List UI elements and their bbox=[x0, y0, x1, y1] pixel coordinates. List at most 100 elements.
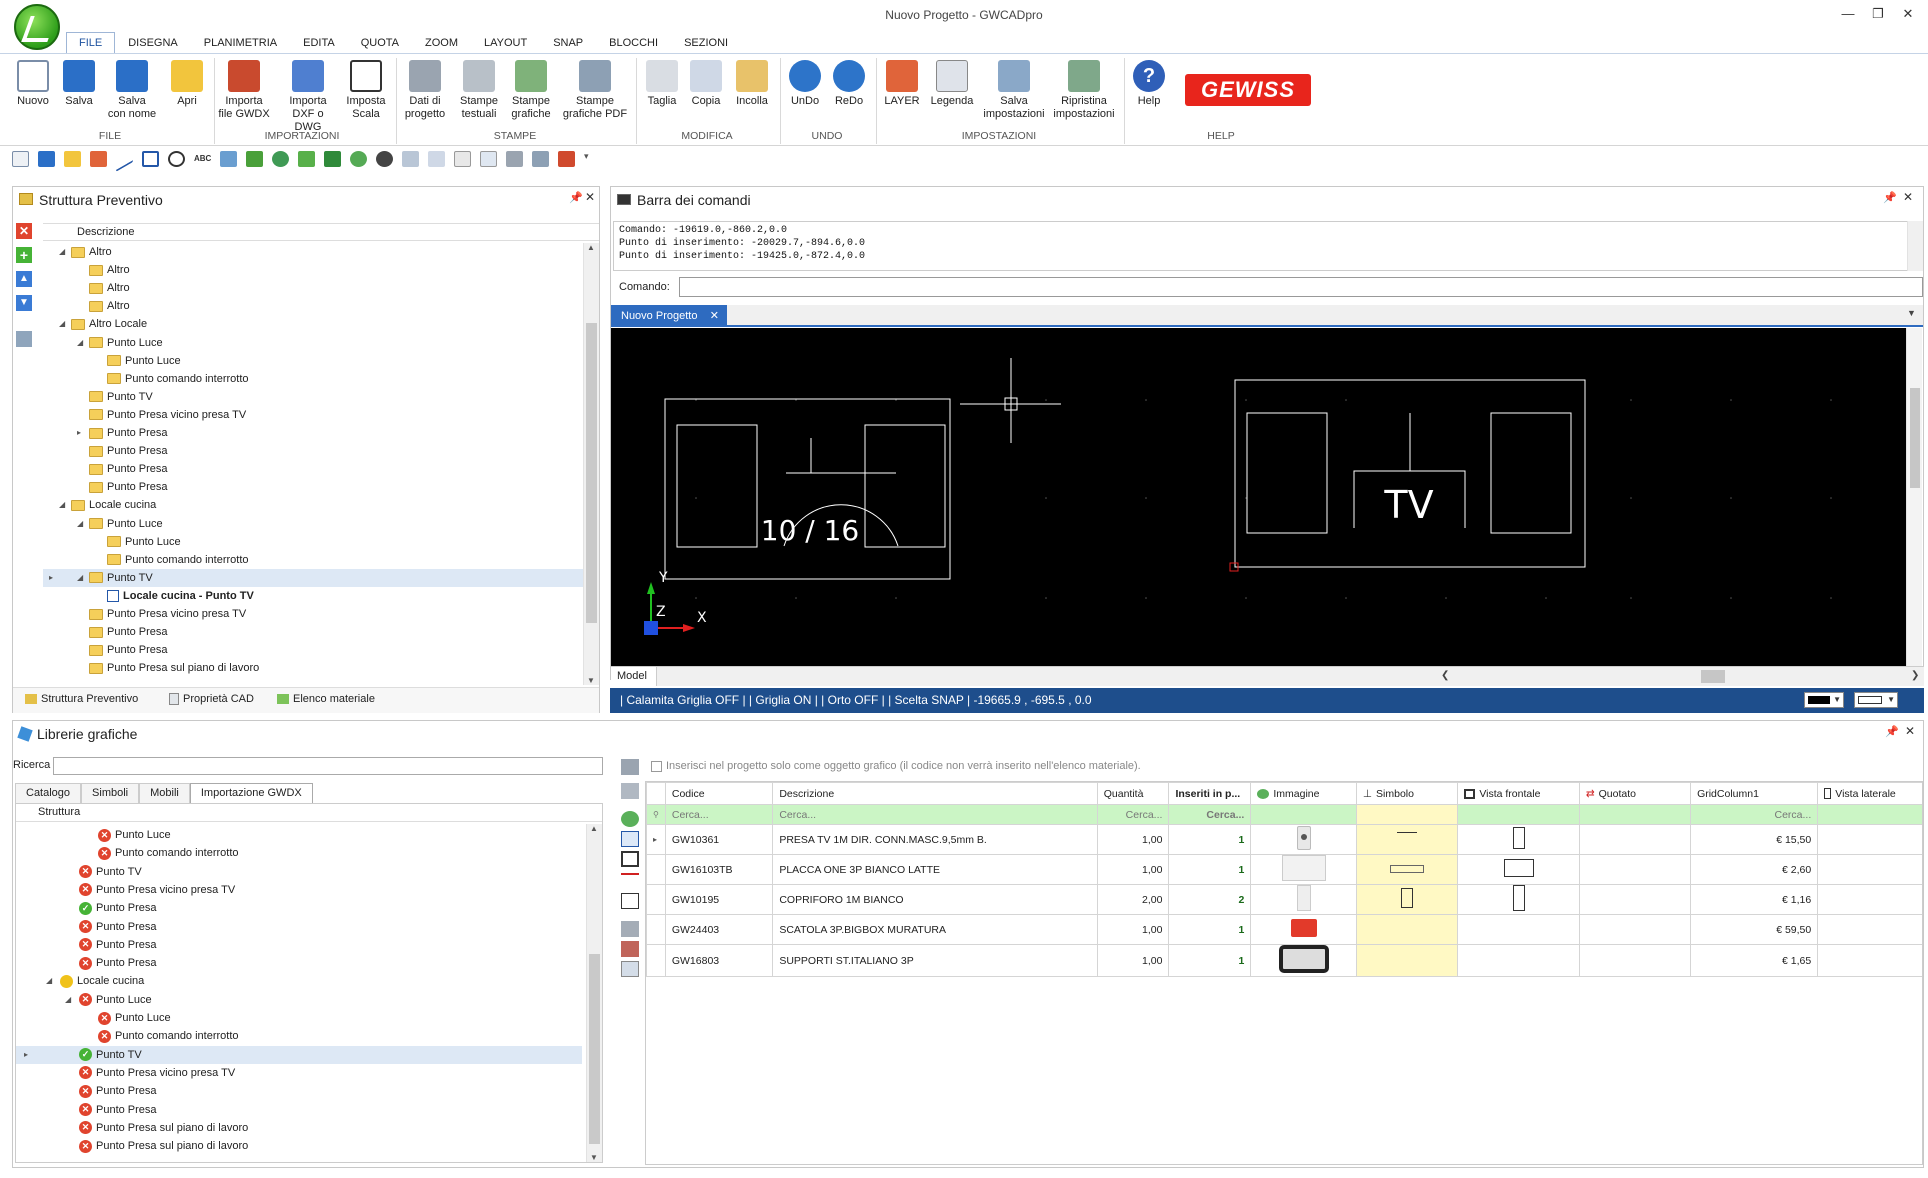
line-icon[interactable] bbox=[116, 146, 133, 172]
image-view-icon[interactable] bbox=[621, 811, 639, 827]
pin-icon[interactable]: 📌 bbox=[1883, 191, 1897, 204]
drawing-canvas[interactable]: 10 / 16 TV Y Z X bbox=[611, 328, 1906, 666]
tab-catalogo[interactable]: Catalogo bbox=[15, 783, 82, 803]
scroll-left-icon[interactable]: ❮ bbox=[1441, 670, 1449, 681]
circle-icon[interactable] bbox=[168, 151, 185, 167]
copy-icon[interactable] bbox=[428, 151, 445, 167]
col-gridcolumn1[interactable]: GridColumn1 bbox=[1690, 782, 1819, 805]
tree-row[interactable]: Punto Presa vicino presa TV bbox=[43, 406, 583, 424]
tree-row[interactable]: ✕ Punto Presa vicino presa TV bbox=[16, 1064, 582, 1082]
tree-row[interactable]: Punto Presa sul piano di lavoro bbox=[43, 659, 583, 677]
arrow-down-icon[interactable]: ▼ bbox=[16, 295, 32, 311]
descrizione-header[interactable]: Descrizione bbox=[77, 226, 134, 238]
salva-impostazioni-button[interactable]: Salva impostazioni bbox=[980, 60, 1048, 121]
close-icon[interactable]: ✕ bbox=[1903, 190, 1913, 204]
importa-dxf-button[interactable]: Importa DXF o DWG bbox=[278, 60, 338, 134]
col-simbolo[interactable]: ⊥ Simbolo bbox=[1355, 782, 1459, 805]
col-vista-laterale[interactable]: Vista laterale bbox=[1817, 782, 1922, 805]
tree-row[interactable]: Punto Luce bbox=[43, 352, 583, 370]
expander-icon[interactable]: ◢ bbox=[77, 334, 87, 352]
expander-icon[interactable]: ◢ bbox=[59, 315, 69, 333]
tree-row[interactable]: ✕ Punto Presa sul piano di lavoro bbox=[16, 1119, 582, 1137]
insert-icon[interactable] bbox=[272, 151, 289, 167]
library-scrollbar[interactable]: ▲ ▼ bbox=[586, 824, 602, 1162]
taglia-button[interactable]: Taglia bbox=[642, 60, 682, 108]
tree-row[interactable]: ✕ Punto Presa bbox=[16, 954, 582, 972]
tree-row[interactable]: ▸ Punto Presa bbox=[43, 424, 583, 442]
tab-proprieta-cad[interactable]: Proprietà CAD bbox=[169, 693, 254, 705]
rectangle-icon[interactable] bbox=[142, 151, 159, 167]
drawing-hscroll-thumb[interactable] bbox=[1701, 670, 1725, 683]
print-icon[interactable] bbox=[621, 783, 639, 799]
expander-icon[interactable]: ▸ bbox=[77, 424, 87, 442]
front-view-icon[interactable] bbox=[621, 851, 639, 867]
layer-icon[interactable] bbox=[90, 151, 107, 167]
tree-row[interactable]: Altro bbox=[43, 297, 583, 315]
expander-icon[interactable]: ◢ bbox=[77, 515, 87, 533]
tree-row[interactable]: ✕ Punto Presa bbox=[16, 936, 582, 954]
symbol-icon[interactable] bbox=[246, 151, 263, 167]
page-icon[interactable] bbox=[454, 151, 471, 167]
symbol-view-icon[interactable] bbox=[621, 831, 639, 847]
tree-row[interactable]: Locale cucina - Punto TV bbox=[43, 587, 583, 605]
table-row[interactable]: GW16803 SUPPORTI ST.ITALIANO 3P 1,00 1 €… bbox=[646, 944, 1922, 977]
incolla-button[interactable]: Incolla bbox=[730, 60, 774, 108]
tree-row[interactable]: Punto comando interrotto bbox=[43, 370, 583, 388]
tab-zoom[interactable]: ZOOM bbox=[412, 32, 471, 54]
col-quantita[interactable]: Quantità bbox=[1096, 782, 1170, 805]
tree-row[interactable]: Punto Presa bbox=[43, 442, 583, 460]
tree-row[interactable]: ✕ Punto Luce bbox=[16, 1009, 582, 1027]
tree-row[interactable]: ▸ ◢ Punto TV bbox=[43, 568, 583, 587]
tree-row[interactable]: ✕ Punto Presa sul piano di lavoro bbox=[16, 1137, 582, 1155]
col-descrizione[interactable]: Descrizione bbox=[772, 782, 1098, 805]
search-input[interactable] bbox=[53, 757, 603, 775]
expander-icon[interactable]: ◢ bbox=[59, 496, 69, 514]
command-history-scrollbar[interactable] bbox=[1907, 221, 1923, 271]
tab-blocchi[interactable]: BLOCCHI bbox=[596, 32, 671, 54]
tree-row[interactable]: ◢ Punto Luce bbox=[43, 515, 583, 533]
col-quotato[interactable]: ⇄ Quotato bbox=[1578, 782, 1692, 805]
salva-con-nome-button[interactable]: Salva con nome bbox=[104, 60, 160, 121]
add-icon[interactable]: + bbox=[16, 247, 32, 263]
filter-codice[interactable]: Cerca... bbox=[664, 804, 774, 825]
stampe-grafiche-button[interactable]: Stampe grafiche bbox=[506, 60, 556, 121]
text-icon[interactable]: ABC bbox=[194, 151, 211, 167]
expander-icon[interactable]: ◢ bbox=[46, 972, 56, 990]
tab-sezioni[interactable]: SEZIONI bbox=[671, 32, 741, 54]
arrow-up-icon[interactable]: ▲ bbox=[16, 271, 32, 287]
tree-row[interactable]: ◢ Altro bbox=[43, 243, 583, 261]
filter-quantita[interactable]: Cerca... bbox=[1096, 804, 1170, 825]
tree-row[interactable]: Punto comando interrotto bbox=[43, 551, 583, 569]
image-icon[interactable] bbox=[220, 151, 237, 167]
tree-row[interactable]: Punto Presa bbox=[43, 641, 583, 659]
tab-snap[interactable]: SNAP bbox=[540, 32, 596, 54]
filter-descrizione[interactable]: Cerca... bbox=[772, 804, 1098, 825]
side-view-icon[interactable] bbox=[621, 893, 639, 909]
ripristina-impostazioni-button[interactable]: Ripristina impostazioni bbox=[1050, 60, 1118, 121]
tree-row[interactable]: ✕ Punto Presa vicino presa TV bbox=[16, 881, 582, 899]
tree-row[interactable]: Punto Luce bbox=[43, 533, 583, 551]
close-icon[interactable]: ✕ bbox=[585, 190, 595, 204]
tree-row[interactable]: ✕ Punto Presa bbox=[16, 918, 582, 936]
copia-button[interactable]: Copia bbox=[686, 60, 726, 108]
tab-quota[interactable]: QUOTA bbox=[348, 32, 412, 54]
tree-row[interactable]: ▸ ✓ Punto TV bbox=[16, 1045, 582, 1064]
pin-icon[interactable]: 📌 bbox=[1885, 725, 1899, 738]
pin-icon[interactable]: 📌 bbox=[569, 191, 583, 204]
tab-planimetria[interactable]: PLANIMETRIA bbox=[191, 32, 290, 54]
tab-struttura-preventivo[interactable]: Struttura Preventivo bbox=[25, 693, 138, 705]
tree-row[interactable]: ◢ Locale cucina bbox=[43, 496, 583, 514]
document-icon[interactable] bbox=[621, 961, 639, 977]
undo-button[interactable]: UnDo bbox=[784, 60, 826, 108]
tab-model[interactable]: Model bbox=[611, 667, 657, 686]
settings-icon[interactable] bbox=[621, 759, 639, 775]
restore-button[interactable]: ❐ bbox=[1866, 6, 1890, 24]
close-tab-icon[interactable]: ✕ bbox=[710, 305, 719, 327]
tree-row[interactable]: Punto Presa vicino presa TV bbox=[43, 605, 583, 623]
open-folder-icon[interactable] bbox=[64, 151, 81, 167]
refresh-icon[interactable] bbox=[621, 921, 639, 937]
tab-edita[interactable]: EDITA bbox=[290, 32, 348, 54]
tree-row[interactable]: ◢ Locale cucina bbox=[16, 972, 582, 990]
shield-icon[interactable] bbox=[324, 151, 341, 167]
minimize-button[interactable]: — bbox=[1836, 6, 1860, 24]
